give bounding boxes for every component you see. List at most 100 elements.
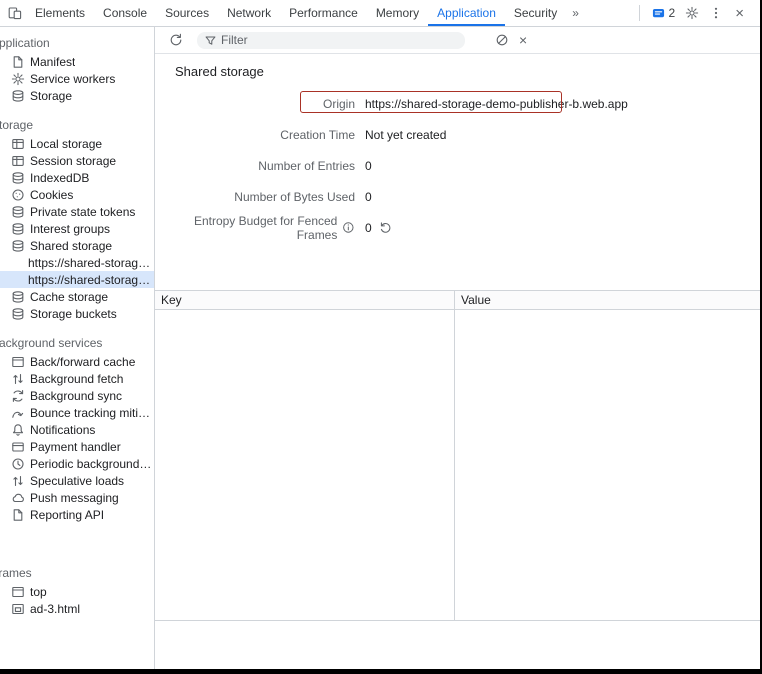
sidebar-item-cache-storage[interactable]: Cache storage: [0, 288, 154, 305]
sidebar-item-interest-groups[interactable]: Interest groups: [0, 220, 154, 237]
report-value: https://shared-storage-demo-publisher-b.…: [365, 97, 628, 111]
tab-performance[interactable]: Performance: [280, 0, 367, 26]
sidebar-item-storage-buckets[interactable]: Storage buckets: [0, 305, 154, 322]
sidebar-item-background-fetch[interactable]: Background fetch: [0, 370, 154, 387]
sidebar-item-label: Private state tokens: [30, 205, 135, 219]
database-icon: [11, 307, 25, 321]
sidebar-item-background-sync[interactable]: Background sync: [0, 387, 154, 404]
toggle-device-toolbar-icon[interactable]: [4, 0, 26, 26]
frame-icon: [11, 355, 25, 369]
sidebar-item-private-state-tokens[interactable]: Private state tokens: [0, 203, 154, 220]
report-label: Entropy Budget for Fenced Frames: [155, 214, 355, 242]
sidebar-item-payment-handler[interactable]: Payment handler: [0, 438, 154, 455]
sidebar-item-periodic-background-sync[interactable]: Periodic background s…: [0, 455, 154, 472]
sidebar-item-label: Interest groups: [30, 222, 110, 236]
sidebar-section-background-services: Background services Back/forward cache B…: [0, 333, 154, 523]
iframe-icon: [11, 602, 25, 616]
sidebar-item-label: Shared storage: [30, 239, 112, 253]
tab-memory[interactable]: Memory: [367, 0, 428, 26]
report-label-text: Entropy Budget for Fenced Frames: [155, 214, 337, 242]
report-label: Origin: [155, 97, 355, 111]
table-body[interactable]: [155, 310, 760, 621]
sidebar-item-shared-storage-origin-a[interactable]: https://shared-storage-d…: [0, 254, 154, 271]
sidebar-item-speculative-loads[interactable]: Speculative loads: [0, 472, 154, 489]
sidebar-item-manifest[interactable]: Manifest: [0, 53, 154, 70]
key-column-body[interactable]: [155, 310, 455, 620]
issues-count-label: 2: [669, 6, 676, 20]
sidebar-item-label: Back/forward cache: [30, 355, 135, 369]
up-down-arrows-icon: [11, 372, 25, 386]
tab-network[interactable]: Network: [218, 0, 280, 26]
sidebar-item-label: https://shared-storage-d…: [28, 256, 154, 270]
filter-input[interactable]: [221, 33, 458, 47]
bell-icon: [11, 423, 25, 437]
close-devtools-button[interactable]: ×: [729, 6, 750, 21]
sidebar-section-storage: Storage Local storage Session storage In…: [0, 115, 154, 322]
gear-icon: [11, 72, 25, 86]
entries-table: Key Value: [155, 290, 760, 621]
tab-sources[interactable]: Sources: [156, 0, 218, 26]
sidebar-item-label: https://shared-storage-d…: [28, 273, 154, 287]
block-clear-icon[interactable]: [491, 27, 513, 53]
more-tabs-button[interactable]: »: [566, 0, 585, 26]
sidebar-item-notifications[interactable]: Notifications: [0, 421, 154, 438]
sidebar-item-label: ad-3.html: [30, 602, 80, 616]
tab-elements[interactable]: Elements: [26, 0, 94, 26]
sidebar-item-label: Manifest: [30, 55, 75, 69]
sidebar-section-frames: Frames top ad-3.html: [0, 563, 154, 617]
devtools-tabbar: Elements Console Sources Network Perform…: [0, 0, 760, 27]
tab-application[interactable]: Application: [428, 0, 505, 26]
sidebar-item-push-messaging[interactable]: Push messaging: [0, 489, 154, 506]
sidebar-item-reporting-api[interactable]: Reporting API: [0, 506, 154, 523]
sidebar-item-label: Local storage: [30, 137, 102, 151]
report-label: Number of Entries: [155, 159, 355, 173]
sidebar-item-label: Background sync: [30, 389, 122, 403]
sidebar-item-local-storage[interactable]: Local storage: [0, 135, 154, 152]
sidebar-item-label: Cache storage: [30, 290, 108, 304]
tab-console[interactable]: Console: [94, 0, 156, 26]
sidebar-item-storage[interactable]: Storage: [0, 87, 154, 104]
filter-box[interactable]: [197, 32, 465, 49]
sidebar-item-service-workers[interactable]: Service workers: [0, 70, 154, 87]
issues-icon: [652, 7, 665, 20]
sidebar-item-label: Session storage: [30, 154, 116, 168]
sidebar-item-cookies[interactable]: Cookies: [0, 186, 154, 203]
report-value: 0: [365, 159, 372, 173]
panel-toolbar: ×: [155, 27, 760, 54]
bounce-icon: [11, 406, 25, 420]
sync-icon: [11, 389, 25, 403]
clear-x-icon[interactable]: ×: [513, 33, 533, 47]
tab-security[interactable]: Security: [505, 0, 566, 26]
sidebar-item-frame-top[interactable]: top: [0, 583, 154, 600]
database-icon: [11, 171, 25, 185]
sidebar-item-label: Payment handler: [30, 440, 121, 454]
database-icon: [11, 89, 25, 103]
shared-storage-panel: × Shared storage Origin https://shared-s…: [155, 27, 760, 669]
sidebar-item-frame-ad-3[interactable]: ad-3.html: [0, 600, 154, 617]
issues-counter-button[interactable]: 2: [648, 6, 680, 20]
sidebar-item-shared-storage[interactable]: Shared storage: [0, 237, 154, 254]
settings-gear-icon[interactable]: [681, 6, 703, 20]
sidebar-item-label: Service workers: [30, 72, 115, 86]
info-icon[interactable]: [342, 221, 355, 234]
reset-budget-icon[interactable]: [379, 221, 392, 234]
report-row-number-of-bytes-used: Number of Bytes Used 0: [155, 181, 760, 212]
database-icon: [11, 205, 25, 219]
section-header: Frames: [0, 563, 154, 583]
sidebar-item-session-storage[interactable]: Session storage: [0, 152, 154, 169]
cloud-icon: [11, 491, 25, 505]
sidebar-item-indexeddb[interactable]: IndexedDB: [0, 169, 154, 186]
report-row-number-of-entries: Number of Entries 0: [155, 150, 760, 181]
column-header-value[interactable]: Value: [455, 291, 760, 309]
sidebar-item-back-forward-cache[interactable]: Back/forward cache: [0, 353, 154, 370]
sidebar-item-shared-storage-origin-b[interactable]: https://shared-storage-d…: [0, 271, 154, 288]
column-header-key[interactable]: Key: [155, 291, 455, 309]
clock-icon: [11, 457, 25, 471]
sidebar-item-label: Speculative loads: [30, 474, 124, 488]
refresh-icon[interactable]: [165, 27, 187, 53]
sidebar-item-bounce-tracking-mitigations[interactable]: Bounce tracking mitiga…: [0, 404, 154, 421]
more-options-icon[interactable]: [705, 6, 727, 20]
table-icon: [11, 137, 25, 151]
sidebar-item-label: Storage buckets: [30, 307, 117, 321]
value-column-body[interactable]: [455, 310, 760, 620]
